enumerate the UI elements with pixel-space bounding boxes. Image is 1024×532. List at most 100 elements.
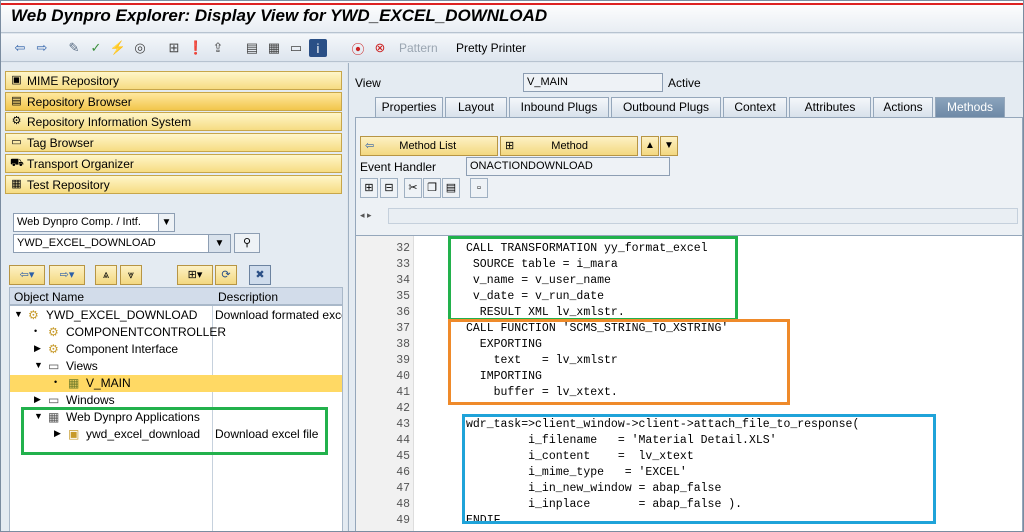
test-icon[interactable]: ◎ (131, 39, 149, 57)
tree-row-views[interactable]: ▼ ▭ Views (10, 358, 342, 375)
expand-down-icon: ⩔ (127, 269, 135, 281)
nav-repository-info-system[interactable]: ⚙ Repository Information System (5, 112, 342, 131)
nav-repository-browser[interactable]: ▤ Repository Browser (5, 92, 342, 111)
display-object-list-icon[interactable]: ⇪ (209, 39, 227, 57)
tab-attributes[interactable]: Attributes (789, 97, 871, 117)
triangle-up-icon: ▲ (645, 140, 655, 151)
line-number: 48 (396, 498, 410, 511)
close-icon: ✖ (255, 269, 265, 281)
undo-button[interactable]: ▫ (470, 178, 488, 198)
paste-button[interactable]: ▤ (442, 178, 460, 198)
refresh-icon: ⟳ (221, 269, 231, 281)
method-button[interactable]: ⊞ Method (500, 136, 638, 156)
forward-icon[interactable]: ⇨ (33, 39, 51, 57)
scroll-right-icon[interactable]: ▸ (367, 210, 372, 220)
tree-menu-button[interactable]: ⊞▾ (177, 265, 213, 285)
copy-icon: ❐ (427, 182, 437, 194)
collapsed-triangle-icon[interactable]: ▶ (34, 394, 41, 405)
line-number: 35 (396, 290, 410, 303)
line-number: 44 (396, 434, 410, 447)
template-icon[interactable]: ▦ (265, 39, 283, 57)
navigation-icon[interactable]: ▤ (243, 39, 261, 57)
interface-icon: ⚙ (48, 342, 59, 356)
tree-row-componentcontroller[interactable]: • ⚙ COMPONENTCONTROLLER (10, 324, 342, 341)
highlight-box-green (448, 236, 738, 321)
object-type-select[interactable]: Web Dynpro Comp. / Intf. ▼ (13, 213, 175, 232)
tree-back-button[interactable]: ⇦▾ (9, 265, 45, 285)
horizontal-scrollbar[interactable] (388, 208, 1018, 224)
breakpoint-icon[interactable]: ⦿ (349, 39, 367, 57)
nav-transport-organizer[interactable]: ⛟ Transport Organizer (5, 154, 342, 173)
tree-row-name: COMPONENTCONTROLLER (66, 325, 227, 339)
method-list-button[interactable]: ⇦ Method List (360, 136, 498, 156)
title-accent-line (1, 3, 1023, 5)
session-breakpoint-icon[interactable]: ⊗ (371, 39, 389, 57)
back-arrow-icon: ⇦ (365, 140, 375, 152)
highlight-box-blue (462, 414, 936, 524)
tree-row-desc: Download formated exce (215, 308, 343, 322)
method-icon: ⊞ (505, 140, 515, 152)
info-icon[interactable]: i (309, 39, 327, 57)
tree-down-button[interactable]: ⩔ (120, 265, 142, 285)
forward-arrow-icon: ⇨▾ (59, 269, 75, 281)
pretty-printer-button[interactable]: Pretty Printer (456, 41, 526, 55)
tree-row-component-interface[interactable]: ▶ ⚙ Component Interface (10, 341, 342, 358)
view-editor-pane: View V_MAIN Active Properties Layout Inb… (348, 63, 1023, 531)
tab-properties[interactable]: Properties (375, 97, 443, 117)
paste-icon: ▤ (445, 182, 457, 194)
collapsed-triangle-icon[interactable]: ▶ (34, 343, 41, 354)
code-editor[interactable]: 32 CALL TRANSFORMATION yy_format_excel 33… (355, 235, 1023, 531)
cut-button[interactable]: ✂ (404, 178, 422, 198)
truck-icon: ⛟ (10, 157, 24, 169)
tree-row-v-main[interactable]: • ▦ V_MAIN (10, 375, 342, 392)
tree-forward-button[interactable]: ⇨▾ (49, 265, 85, 285)
tab-context[interactable]: Context (723, 97, 787, 117)
nav-mime-repository[interactable]: ▣ MIME Repository (5, 71, 342, 90)
value-help-icon[interactable]: ▼ (208, 235, 230, 252)
line-number: 40 (396, 370, 410, 383)
line-number: 39 (396, 354, 410, 367)
insert-row-icon: ⊞ (364, 182, 374, 194)
expand-triangle-icon[interactable]: ▼ (34, 360, 43, 370)
where-used-icon[interactable]: ❗ (187, 39, 205, 57)
tab-outbound-plugs[interactable]: Outbound Plugs (611, 97, 721, 117)
tab-methods[interactable]: Methods (935, 97, 1005, 117)
nav-test-repository[interactable]: ▦ Test Repository (5, 175, 342, 194)
col-description: Description (218, 290, 279, 304)
display-glasses-button[interactable]: ⚲ (234, 233, 260, 253)
event-handler-field: ONACTIONDOWNLOAD (466, 157, 670, 176)
next-method-button[interactable]: ▼ (660, 136, 678, 156)
view-icon: ▦ (68, 376, 80, 390)
view-label: View (355, 76, 381, 90)
browser-icon: ▤ (11, 95, 22, 107)
check-icon[interactable]: ✓ (87, 39, 105, 57)
edit-icon[interactable]: ✎ (65, 39, 83, 57)
nav-label: Transport Organizer (27, 156, 134, 171)
tree-close-button[interactable]: ✖ (249, 265, 271, 285)
line-number: 41 (396, 386, 410, 399)
tree-up-button[interactable]: ⩓ (95, 265, 117, 285)
bullet-icon: • (34, 326, 38, 336)
view-status: Active (668, 76, 701, 90)
window-icon[interactable]: ▭ (287, 39, 305, 57)
hierarchy-icon[interactable]: ⊞ (165, 39, 183, 57)
insert-row-button[interactable]: ⊞ (360, 178, 378, 198)
back-icon[interactable]: ⇦ (11, 39, 29, 57)
scroll-arrows[interactable]: ◂ ▸ (360, 210, 384, 224)
copy-button[interactable]: ❐ (423, 178, 441, 198)
scroll-left-icon[interactable]: ◂ (360, 210, 365, 220)
tab-layout[interactable]: Layout (445, 97, 507, 117)
view-name-field: V_MAIN (523, 73, 663, 92)
object-name-input[interactable]: YWD_EXCEL_DOWNLOAD ▼ (13, 234, 231, 253)
activate-icon[interactable]: ⚡ (109, 39, 127, 57)
tab-actions[interactable]: Actions (873, 97, 933, 117)
tree-row-component[interactable]: ▼ ⚙ YWD_EXCEL_DOWNLOAD Download formated… (10, 307, 343, 324)
expand-triangle-icon[interactable]: ▼ (14, 309, 23, 319)
append-row-button[interactable]: ⊟ (380, 178, 398, 198)
pattern-button[interactable]: Pattern (399, 41, 438, 55)
chevron-down-icon[interactable]: ▼ (158, 214, 174, 231)
previous-method-button[interactable]: ▲ (641, 136, 659, 156)
tab-inbound-plugs[interactable]: Inbound Plugs (509, 97, 609, 117)
tree-refresh-button[interactable]: ⟳ (215, 265, 237, 285)
nav-tag-browser[interactable]: ▭ Tag Browser (5, 133, 342, 152)
